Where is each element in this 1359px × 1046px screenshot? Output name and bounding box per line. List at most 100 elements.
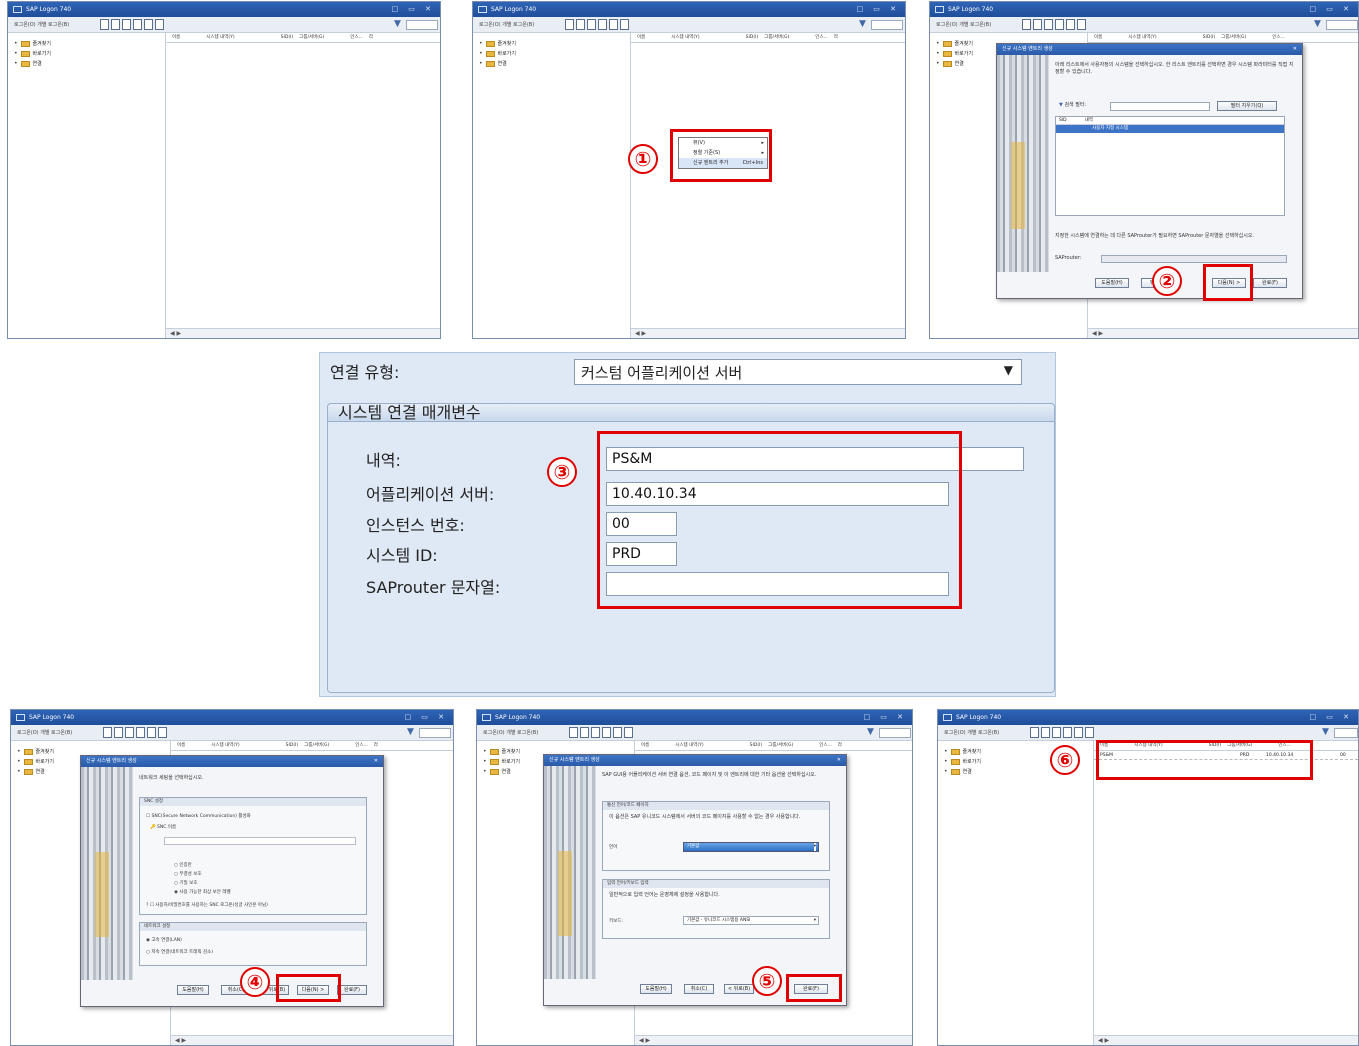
toolbar-label[interactable]: 로그온(O) 개별 로그온(B) (944, 730, 999, 736)
list-icon[interactable] (613, 727, 622, 738)
filter-icon[interactable]: ▼ (394, 19, 401, 30)
edit-icon[interactable] (576, 19, 585, 30)
close-icon[interactable]: ✕ (374, 756, 378, 767)
delete-icon[interactable] (587, 19, 596, 30)
snc-option-privacy[interactable]: ○ 기밀 보호 (174, 880, 197, 886)
horizontal-scrollbar[interactable]: ◀ ▶ (1094, 1035, 1358, 1045)
toolbar-label[interactable]: 로그온(O) 개별 로그온(B) (14, 22, 69, 28)
cancel-button[interactable]: 취소(C) (684, 984, 714, 994)
window-controls[interactable]: □ ▭ ✕ (1309, 2, 1353, 17)
tree-item-connections[interactable]: • 연결 (14, 59, 165, 69)
filter-input[interactable] (879, 728, 911, 738)
toolbar-icons[interactable] (569, 727, 633, 738)
window-controls[interactable]: □ ▭ ✕ (391, 2, 435, 17)
list-icon[interactable] (1074, 727, 1083, 738)
toolbar-label[interactable]: 로그온(O) 개별 로그온(B) (479, 22, 534, 28)
filter-icon[interactable]: ▼ (1322, 727, 1329, 738)
list-icon[interactable] (144, 19, 153, 30)
edit-icon[interactable] (1041, 727, 1050, 738)
horizontal-scrollbar[interactable]: ◀ ▶ (631, 328, 905, 338)
tree-item-shortcuts[interactable]: • 바로가기 (479, 49, 630, 59)
toolbar-label[interactable]: 로그온(O) 개별 로그온(B) (936, 22, 991, 28)
toolbar-icons[interactable] (100, 19, 164, 30)
filter-input[interactable] (419, 728, 451, 738)
list-icon[interactable] (609, 19, 618, 30)
new-icon[interactable] (1022, 19, 1031, 30)
new-icon[interactable] (103, 727, 112, 738)
filter-input[interactable] (1326, 20, 1358, 30)
close-icon[interactable]: ✕ (1293, 44, 1297, 55)
snc-sso-checkbox[interactable]: ? ☐ 사용자/비밀번호를 사용하는 SNC 로그온(싱글 사인온 아님) (146, 902, 268, 908)
horizontal-scrollbar[interactable]: ◀ ▶ (1088, 328, 1358, 338)
tree-item-shortcuts[interactable]: • 바로가기 (14, 49, 165, 59)
new-icon[interactable] (565, 19, 574, 30)
properties-icon[interactable] (155, 19, 164, 30)
view-icon[interactable] (1055, 19, 1064, 30)
finish-button[interactable]: 완료(F) (337, 985, 367, 995)
filter-icon[interactable]: ▼ (859, 19, 866, 30)
edit-icon[interactable] (580, 727, 589, 738)
back-button[interactable]: < 뒤로(B) (724, 984, 754, 994)
filter-input[interactable] (1334, 728, 1358, 738)
delete-icon[interactable] (1052, 727, 1061, 738)
new-icon[interactable] (569, 727, 578, 738)
snc-name-input[interactable] (164, 837, 356, 845)
toolbar-icons[interactable] (103, 727, 167, 738)
list-icon[interactable] (1066, 19, 1075, 30)
properties-icon[interactable] (1077, 19, 1086, 30)
edit-icon[interactable] (111, 19, 120, 30)
close-icon[interactable]: ✕ (837, 755, 841, 766)
properties-icon[interactable] (620, 19, 629, 30)
horizontal-scrollbar[interactable]: ◀ ▶ (635, 1035, 912, 1045)
snc-option-integrity[interactable]: ○ 무결성 보호 (174, 871, 202, 877)
toolbar-icons[interactable] (1022, 19, 1086, 30)
delete-icon[interactable] (591, 727, 600, 738)
window-controls[interactable]: □ ▭ ✕ (404, 710, 448, 725)
filter-input[interactable] (406, 20, 438, 30)
list-icon[interactable] (147, 727, 156, 738)
new-icon[interactable] (1030, 727, 1039, 738)
search-filter-input[interactable] (1110, 102, 1210, 111)
delete-icon[interactable] (125, 727, 134, 738)
view-icon[interactable] (133, 19, 142, 30)
properties-icon[interactable] (158, 727, 167, 738)
horizontal-scrollbar[interactable]: ◀ ▶ (166, 328, 440, 338)
window-controls[interactable]: □ ▭ ✕ (856, 2, 900, 17)
toolbar-icons[interactable] (1030, 727, 1094, 738)
delete-icon[interactable] (1044, 19, 1053, 30)
snc-option-max[interactable]: ◉ 사용 가능한 최상 보안 레벨 (174, 889, 231, 895)
properties-icon[interactable] (1085, 727, 1094, 738)
help-button[interactable]: 도움말(H) (1095, 278, 1129, 288)
list-row-custom-system[interactable]: 사용자 지정 시스템 (1056, 125, 1284, 133)
properties-icon[interactable] (624, 727, 633, 738)
horizontal-scrollbar[interactable]: ◀ ▶ (171, 1035, 453, 1045)
snc-enable-checkbox[interactable]: ☐ SNC(Secure Network Communication) 활성화 (146, 813, 251, 819)
window-controls[interactable]: □ ▭ ✕ (863, 710, 907, 725)
edit-icon[interactable] (1033, 19, 1042, 30)
tree-item-connections[interactable]: • 연결 (479, 59, 630, 69)
delete-icon[interactable] (122, 19, 131, 30)
view-icon[interactable] (136, 727, 145, 738)
connection-type-select[interactable]: 커스텀 어플리케이션 서버 ▼ (574, 359, 1022, 385)
clear-filter-button[interactable]: 필터 지우기(Q) (1217, 101, 1277, 111)
chevron-down-icon[interactable]: ▼ (1004, 363, 1013, 377)
keyboard-select[interactable]: 기본값 - 유니코드 시스템용 ANSI ▾ (683, 916, 819, 925)
finish-button[interactable]: 완료(F) (1253, 278, 1287, 288)
view-icon[interactable] (1063, 727, 1072, 738)
snc-option-auth[interactable]: ○ 인증만 (174, 862, 192, 868)
window-controls[interactable]: □ ▭ ✕ (1309, 710, 1353, 725)
toolbar-icons[interactable] (565, 19, 629, 30)
tree-item-favorites[interactable]: • 즐겨찾기 (14, 39, 165, 49)
filter-icon[interactable]: ▼ (407, 727, 414, 738)
filter-input[interactable] (871, 20, 903, 30)
toolbar-label[interactable]: 로그온(O) 개별 로그온(B) (17, 730, 72, 736)
view-icon[interactable] (602, 727, 611, 738)
new-icon[interactable] (100, 19, 109, 30)
saprouter-select[interactable] (1101, 255, 1287, 263)
net-option-wan[interactable]: ○ 저속 연결(네트워크 트래픽 감소) (146, 949, 213, 955)
filter-icon[interactable]: ▼ (1314, 19, 1321, 30)
tree-item-favorites[interactable]: • 즐겨찾기 (479, 39, 630, 49)
help-button[interactable]: 도움말(H) (640, 984, 672, 994)
net-option-lan[interactable]: ◉ 고속 연결(LAN) (146, 937, 182, 943)
codepage-select[interactable]: 기본값 ▾ (683, 842, 819, 852)
